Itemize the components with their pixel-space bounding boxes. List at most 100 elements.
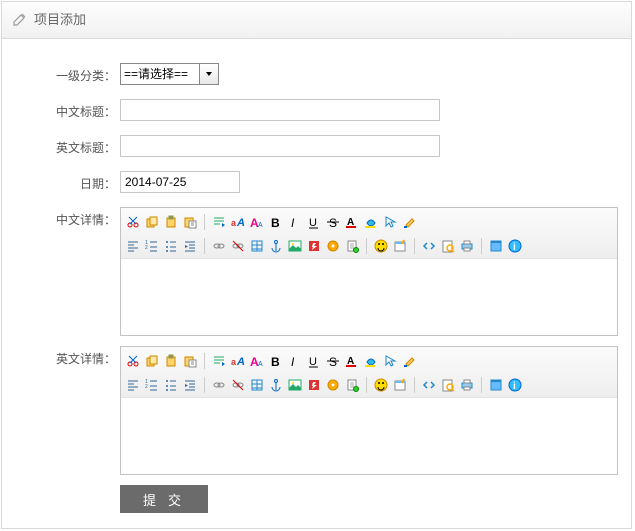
svg-text:A: A — [258, 361, 263, 368]
font-size-icon[interactable]: AA — [249, 353, 265, 369]
row-submit: 提交 — [120, 485, 621, 513]
link-icon[interactable] — [211, 238, 227, 254]
font-color-icon[interactable]: A — [344, 353, 360, 369]
title-en-input[interactable] — [120, 135, 440, 157]
image-icon[interactable] — [287, 377, 303, 393]
anchor-icon[interactable] — [268, 377, 284, 393]
category-select[interactable]: ==请选择== — [120, 63, 219, 85]
preview-icon[interactable] — [440, 377, 456, 393]
separator-icon — [366, 238, 367, 254]
paste-text-icon[interactable] — [182, 353, 198, 369]
fullscreen-icon[interactable] — [488, 377, 504, 393]
svg-text:U: U — [309, 217, 317, 229]
unordered-list-icon[interactable] — [163, 377, 179, 393]
panel-title: 项目添加 — [34, 12, 86, 27]
separator-icon — [204, 238, 205, 254]
bold-icon[interactable]: B — [268, 353, 284, 369]
flash-icon[interactable] — [306, 238, 322, 254]
separator-icon — [414, 377, 415, 393]
image-icon[interactable] — [287, 238, 303, 254]
fullscreen-icon[interactable] — [488, 238, 504, 254]
anchor-icon[interactable] — [268, 238, 284, 254]
svg-text:A: A — [236, 356, 245, 368]
attach-icon[interactable] — [344, 238, 360, 254]
unordered-list-icon[interactable] — [163, 238, 179, 254]
title-cn-input[interactable] — [120, 99, 440, 121]
font-color-icon[interactable]: A — [344, 214, 360, 230]
chevron-down-icon[interactable] — [199, 64, 218, 84]
about-icon[interactable]: i — [507, 238, 523, 254]
select-icon[interactable] — [382, 214, 398, 230]
flash-icon[interactable] — [306, 377, 322, 393]
editor-cn-toolbar: aA AA B I U S A 12 — [121, 208, 617, 259]
paragraph-icon[interactable] — [211, 214, 227, 230]
font-family-icon[interactable]: aA — [230, 214, 246, 230]
separator-icon — [366, 377, 367, 393]
print-icon[interactable] — [459, 377, 475, 393]
align-left-icon[interactable] — [125, 238, 141, 254]
indent-icon[interactable] — [182, 377, 198, 393]
link-icon[interactable] — [211, 377, 227, 393]
bold-icon[interactable]: B — [268, 214, 284, 230]
copy-icon[interactable] — [144, 214, 160, 230]
editor-cn-body[interactable] — [121, 259, 617, 335]
editor-en-toolbar: aA AA B I U S A 12 — [121, 347, 617, 398]
font-size-icon[interactable]: AA — [249, 214, 265, 230]
preview-icon[interactable] — [440, 238, 456, 254]
ordered-list-icon[interactable]: 12 — [144, 238, 160, 254]
separator-icon — [414, 238, 415, 254]
clear-format-icon[interactable] — [401, 353, 417, 369]
ordered-list-icon[interactable]: 12 — [144, 377, 160, 393]
paste-icon[interactable] — [163, 214, 179, 230]
underline-icon[interactable]: U — [306, 353, 322, 369]
row-title-cn: 中文标题： — [12, 99, 621, 121]
attach-icon[interactable] — [344, 377, 360, 393]
paragraph-icon[interactable] — [211, 353, 227, 369]
label-detail-cn: 中文详情： — [12, 207, 120, 336]
row-date: 日期： — [12, 171, 621, 193]
cut-icon[interactable] — [125, 353, 141, 369]
strike-icon[interactable]: S — [325, 214, 341, 230]
strike-icon[interactable]: S — [325, 353, 341, 369]
clear-format-icon[interactable] — [401, 214, 417, 230]
print-icon[interactable] — [459, 238, 475, 254]
panel-body: 一级分类： ==请选择== 中文标题： 英文标题： 日期： 中文详情： — [2, 39, 631, 523]
copy-icon[interactable] — [144, 353, 160, 369]
svg-text:2: 2 — [145, 245, 148, 251]
select-icon[interactable] — [382, 353, 398, 369]
submit-button[interactable]: 提交 — [120, 485, 208, 513]
date-icon[interactable] — [392, 377, 408, 393]
editor-en-body[interactable] — [121, 398, 617, 474]
font-family-icon[interactable]: aA — [230, 353, 246, 369]
bg-color-icon[interactable] — [363, 214, 379, 230]
emoji-icon[interactable] — [373, 377, 389, 393]
bg-color-icon[interactable] — [363, 353, 379, 369]
date-icon[interactable] — [392, 238, 408, 254]
table-icon[interactable] — [249, 238, 265, 254]
date-input[interactable] — [120, 171, 240, 193]
svg-text:i: i — [513, 242, 516, 253]
paste-icon[interactable] — [163, 353, 179, 369]
source-icon[interactable] — [421, 377, 437, 393]
media-icon[interactable] — [325, 377, 341, 393]
row-title-en: 英文标题： — [12, 135, 621, 157]
about-icon[interactable]: i — [507, 377, 523, 393]
paste-text-icon[interactable] — [182, 214, 198, 230]
unlink-icon[interactable] — [230, 238, 246, 254]
media-icon[interactable] — [325, 238, 341, 254]
editor-en: aA AA B I U S A 12 — [120, 346, 618, 475]
align-left-icon[interactable] — [125, 377, 141, 393]
underline-icon[interactable]: U — [306, 214, 322, 230]
indent-icon[interactable] — [182, 238, 198, 254]
svg-text:A: A — [258, 222, 263, 229]
category-select-input[interactable]: ==请选择== — [121, 64, 199, 84]
svg-text:U: U — [309, 356, 317, 368]
italic-icon[interactable]: I — [287, 353, 303, 369]
emoji-icon[interactable] — [373, 238, 389, 254]
label-category: 一级分类： — [12, 63, 120, 85]
unlink-icon[interactable] — [230, 377, 246, 393]
italic-icon[interactable]: I — [287, 214, 303, 230]
cut-icon[interactable] — [125, 214, 141, 230]
table-icon[interactable] — [249, 377, 265, 393]
source-icon[interactable] — [421, 238, 437, 254]
